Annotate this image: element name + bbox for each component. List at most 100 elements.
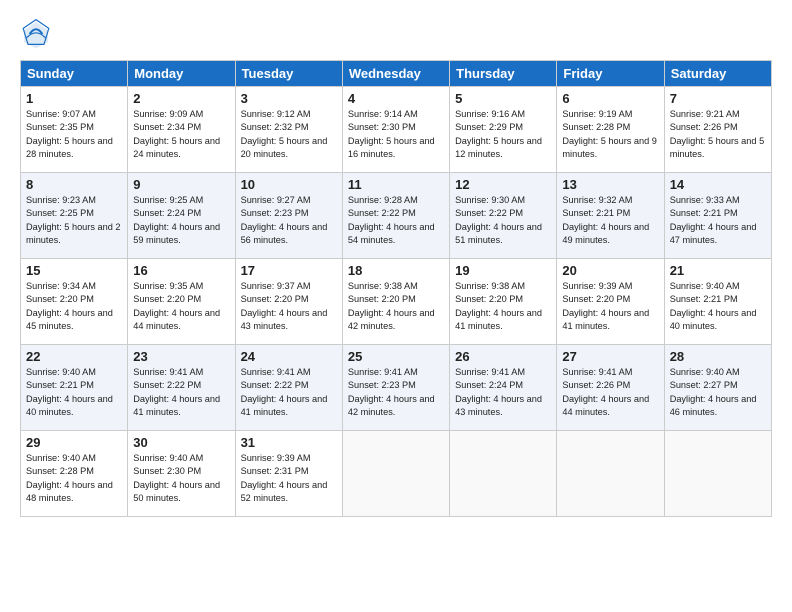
cell-content: Sunrise: 9:41 AMSunset: 2:23 PMDaylight:… xyxy=(348,366,444,419)
day-header-sunday: Sunday xyxy=(21,61,128,87)
day-number: 28 xyxy=(670,349,766,364)
cell-content: Sunrise: 9:40 AMSunset: 2:30 PMDaylight:… xyxy=(133,452,229,505)
cell-content: Sunrise: 9:41 AMSunset: 2:22 PMDaylight:… xyxy=(133,366,229,419)
day-number: 25 xyxy=(348,349,444,364)
calendar-cell: 4 Sunrise: 9:14 AMSunset: 2:30 PMDayligh… xyxy=(342,87,449,173)
day-number: 31 xyxy=(241,435,337,450)
cell-content: Sunrise: 9:30 AMSunset: 2:22 PMDaylight:… xyxy=(455,194,551,247)
calendar: SundayMondayTuesdayWednesdayThursdayFrid… xyxy=(20,60,772,517)
day-number: 27 xyxy=(562,349,658,364)
day-number: 8 xyxy=(26,177,122,192)
cell-content: Sunrise: 9:41 AMSunset: 2:26 PMDaylight:… xyxy=(562,366,658,419)
cell-content: Sunrise: 9:28 AMSunset: 2:22 PMDaylight:… xyxy=(348,194,444,247)
calendar-cell: 14 Sunrise: 9:33 AMSunset: 2:21 PMDaylig… xyxy=(664,173,771,259)
day-number: 23 xyxy=(133,349,229,364)
day-number: 18 xyxy=(348,263,444,278)
day-number: 15 xyxy=(26,263,122,278)
cell-content: Sunrise: 9:41 AMSunset: 2:24 PMDaylight:… xyxy=(455,366,551,419)
cell-content: Sunrise: 9:27 AMSunset: 2:23 PMDaylight:… xyxy=(241,194,337,247)
cell-content: Sunrise: 9:34 AMSunset: 2:20 PMDaylight:… xyxy=(26,280,122,333)
calendar-cell: 2 Sunrise: 9:09 AMSunset: 2:34 PMDayligh… xyxy=(128,87,235,173)
cell-content: Sunrise: 9:41 AMSunset: 2:22 PMDaylight:… xyxy=(241,366,337,419)
calendar-cell xyxy=(450,431,557,517)
cell-content: Sunrise: 9:39 AMSunset: 2:31 PMDaylight:… xyxy=(241,452,337,505)
calendar-cell: 19 Sunrise: 9:38 AMSunset: 2:20 PMDaylig… xyxy=(450,259,557,345)
calendar-cell: 23 Sunrise: 9:41 AMSunset: 2:22 PMDaylig… xyxy=(128,345,235,431)
cell-content: Sunrise: 9:40 AMSunset: 2:21 PMDaylight:… xyxy=(670,280,766,333)
day-number: 17 xyxy=(241,263,337,278)
day-header-tuesday: Tuesday xyxy=(235,61,342,87)
calendar-cell: 27 Sunrise: 9:41 AMSunset: 2:26 PMDaylig… xyxy=(557,345,664,431)
day-number: 7 xyxy=(670,91,766,106)
day-number: 30 xyxy=(133,435,229,450)
calendar-week-1: 1 Sunrise: 9:07 AMSunset: 2:35 PMDayligh… xyxy=(21,87,772,173)
day-number: 9 xyxy=(133,177,229,192)
day-number: 19 xyxy=(455,263,551,278)
day-number: 6 xyxy=(562,91,658,106)
day-number: 1 xyxy=(26,91,122,106)
day-number: 26 xyxy=(455,349,551,364)
calendar-cell: 30 Sunrise: 9:40 AMSunset: 2:30 PMDaylig… xyxy=(128,431,235,517)
calendar-cell: 24 Sunrise: 9:41 AMSunset: 2:22 PMDaylig… xyxy=(235,345,342,431)
day-header-friday: Friday xyxy=(557,61,664,87)
cell-content: Sunrise: 9:35 AMSunset: 2:20 PMDaylight:… xyxy=(133,280,229,333)
calendar-cell: 6 Sunrise: 9:19 AMSunset: 2:28 PMDayligh… xyxy=(557,87,664,173)
calendar-cell: 26 Sunrise: 9:41 AMSunset: 2:24 PMDaylig… xyxy=(450,345,557,431)
calendar-week-3: 15 Sunrise: 9:34 AMSunset: 2:20 PMDaylig… xyxy=(21,259,772,345)
calendar-week-2: 8 Sunrise: 9:23 AMSunset: 2:25 PMDayligh… xyxy=(21,173,772,259)
calendar-cell: 1 Sunrise: 9:07 AMSunset: 2:35 PMDayligh… xyxy=(21,87,128,173)
calendar-cell: 13 Sunrise: 9:32 AMSunset: 2:21 PMDaylig… xyxy=(557,173,664,259)
calendar-header-row: SundayMondayTuesdayWednesdayThursdayFrid… xyxy=(21,61,772,87)
day-number: 20 xyxy=(562,263,658,278)
calendar-cell xyxy=(664,431,771,517)
calendar-cell: 5 Sunrise: 9:16 AMSunset: 2:29 PMDayligh… xyxy=(450,87,557,173)
cell-content: Sunrise: 9:12 AMSunset: 2:32 PMDaylight:… xyxy=(241,108,337,161)
day-number: 16 xyxy=(133,263,229,278)
day-number: 4 xyxy=(348,91,444,106)
day-number: 3 xyxy=(241,91,337,106)
day-header-thursday: Thursday xyxy=(450,61,557,87)
calendar-cell: 7 Sunrise: 9:21 AMSunset: 2:26 PMDayligh… xyxy=(664,87,771,173)
calendar-cell: 31 Sunrise: 9:39 AMSunset: 2:31 PMDaylig… xyxy=(235,431,342,517)
calendar-cell: 20 Sunrise: 9:39 AMSunset: 2:20 PMDaylig… xyxy=(557,259,664,345)
cell-content: Sunrise: 9:37 AMSunset: 2:20 PMDaylight:… xyxy=(241,280,337,333)
calendar-cell: 29 Sunrise: 9:40 AMSunset: 2:28 PMDaylig… xyxy=(21,431,128,517)
logo xyxy=(20,18,56,50)
cell-content: Sunrise: 9:40 AMSunset: 2:28 PMDaylight:… xyxy=(26,452,122,505)
cell-content: Sunrise: 9:38 AMSunset: 2:20 PMDaylight:… xyxy=(455,280,551,333)
day-header-wednesday: Wednesday xyxy=(342,61,449,87)
cell-content: Sunrise: 9:25 AMSunset: 2:24 PMDaylight:… xyxy=(133,194,229,247)
day-number: 14 xyxy=(670,177,766,192)
calendar-cell: 3 Sunrise: 9:12 AMSunset: 2:32 PMDayligh… xyxy=(235,87,342,173)
cell-content: Sunrise: 9:33 AMSunset: 2:21 PMDaylight:… xyxy=(670,194,766,247)
cell-content: Sunrise: 9:32 AMSunset: 2:21 PMDaylight:… xyxy=(562,194,658,247)
calendar-cell: 12 Sunrise: 9:30 AMSunset: 2:22 PMDaylig… xyxy=(450,173,557,259)
day-number: 11 xyxy=(348,177,444,192)
calendar-cell: 9 Sunrise: 9:25 AMSunset: 2:24 PMDayligh… xyxy=(128,173,235,259)
day-number: 29 xyxy=(26,435,122,450)
calendar-cell: 10 Sunrise: 9:27 AMSunset: 2:23 PMDaylig… xyxy=(235,173,342,259)
cell-content: Sunrise: 9:14 AMSunset: 2:30 PMDaylight:… xyxy=(348,108,444,161)
cell-content: Sunrise: 9:19 AMSunset: 2:28 PMDaylight:… xyxy=(562,108,658,161)
day-number: 2 xyxy=(133,91,229,106)
day-number: 24 xyxy=(241,349,337,364)
cell-content: Sunrise: 9:21 AMSunset: 2:26 PMDaylight:… xyxy=(670,108,766,161)
calendar-cell: 22 Sunrise: 9:40 AMSunset: 2:21 PMDaylig… xyxy=(21,345,128,431)
calendar-cell: 16 Sunrise: 9:35 AMSunset: 2:20 PMDaylig… xyxy=(128,259,235,345)
header xyxy=(20,18,772,50)
cell-content: Sunrise: 9:40 AMSunset: 2:27 PMDaylight:… xyxy=(670,366,766,419)
calendar-cell: 18 Sunrise: 9:38 AMSunset: 2:20 PMDaylig… xyxy=(342,259,449,345)
day-number: 21 xyxy=(670,263,766,278)
calendar-cell: 28 Sunrise: 9:40 AMSunset: 2:27 PMDaylig… xyxy=(664,345,771,431)
day-number: 22 xyxy=(26,349,122,364)
day-number: 5 xyxy=(455,91,551,106)
calendar-cell: 25 Sunrise: 9:41 AMSunset: 2:23 PMDaylig… xyxy=(342,345,449,431)
calendar-cell: 17 Sunrise: 9:37 AMSunset: 2:20 PMDaylig… xyxy=(235,259,342,345)
day-number: 13 xyxy=(562,177,658,192)
cell-content: Sunrise: 9:38 AMSunset: 2:20 PMDaylight:… xyxy=(348,280,444,333)
calendar-cell: 21 Sunrise: 9:40 AMSunset: 2:21 PMDaylig… xyxy=(664,259,771,345)
logo-icon xyxy=(20,18,52,50)
calendar-week-5: 29 Sunrise: 9:40 AMSunset: 2:28 PMDaylig… xyxy=(21,431,772,517)
cell-content: Sunrise: 9:39 AMSunset: 2:20 PMDaylight:… xyxy=(562,280,658,333)
page: SundayMondayTuesdayWednesdayThursdayFrid… xyxy=(0,0,792,612)
